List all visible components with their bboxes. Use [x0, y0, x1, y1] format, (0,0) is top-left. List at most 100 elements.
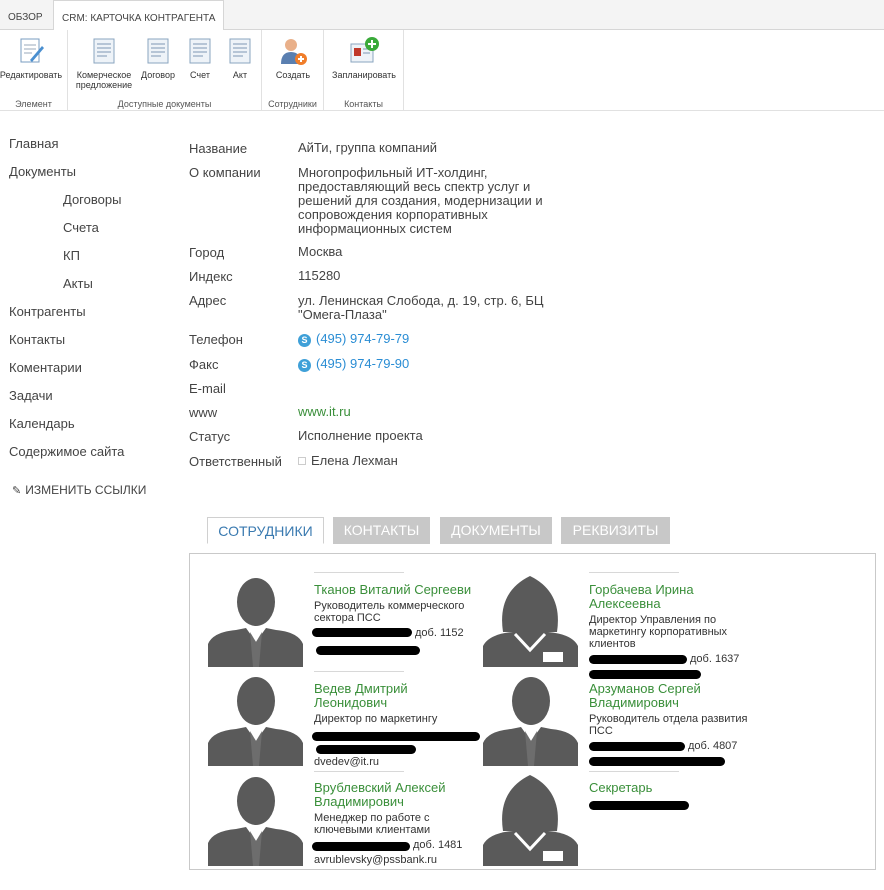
- label-name: Название: [189, 141, 248, 156]
- contract-button[interactable]: Договор: [138, 36, 178, 80]
- redacted-email: [589, 757, 725, 766]
- employee-extension: доб. 1481: [413, 839, 463, 851]
- nav-site-contents[interactable]: Содержимое сайта: [9, 444, 124, 459]
- employee-title: Менеджер по работе с ключевыми клиентами: [314, 812, 431, 836]
- value-www[interactable]: www.it.ru: [298, 405, 351, 419]
- value-phone[interactable]: S (495) 974-79-79: [298, 332, 409, 347]
- act-button[interactable]: Акт: [222, 36, 258, 80]
- invoice-button[interactable]: Счет: [182, 36, 218, 80]
- label-email: E-mail: [189, 381, 226, 396]
- employee-title: Руководитель коммерческого сектора ПСС: [314, 600, 465, 624]
- value-address: ул. Ленинская Слобода, д. 19, стр. 6, БЦ…: [298, 293, 544, 322]
- group-label-contacts: Контакты: [344, 99, 383, 109]
- tab-contacts[interactable]: КОНТАКТЫ: [333, 517, 430, 544]
- nav-documents[interactable]: Документы: [9, 164, 76, 179]
- tab-documents[interactable]: ДОКУМЕНТЫ: [440, 517, 552, 544]
- male-avatar-icon: [208, 771, 303, 866]
- female-avatar-icon: [483, 771, 578, 866]
- group-label-element: Элемент: [15, 99, 52, 109]
- skype-icon: S: [298, 359, 311, 372]
- divider: [314, 671, 404, 672]
- ribbon: Редактировать Элемент Комерческое предло…: [0, 30, 884, 111]
- label-address: Адрес: [189, 293, 227, 308]
- employee-name[interactable]: Горбачева Ирина Алексеевна: [589, 583, 694, 611]
- male-avatar-icon: [208, 572, 303, 667]
- label-index: Индекс: [189, 269, 233, 284]
- nav-offers[interactable]: КП: [63, 248, 80, 263]
- employee-email[interactable]: avrublevsky@pssbank.ru: [314, 854, 437, 866]
- tab-overview[interactable]: ОБЗОР: [0, 0, 51, 31]
- redacted-email: [316, 646, 420, 655]
- group-element: Редактировать Элемент: [0, 30, 68, 111]
- group-staff: Создать Сотрудники: [262, 30, 324, 111]
- label-fax: Факс: [189, 357, 219, 372]
- nav-comments[interactable]: Коментарии: [9, 360, 82, 375]
- value-about: Многопрофильный ИТ-холдинг, предоставляющ…: [298, 165, 543, 236]
- add-user-icon: [281, 39, 307, 65]
- edit-links-button[interactable]: ✎ ИЗМЕНИТЬ ССЫЛКИ: [12, 483, 146, 497]
- edit-button[interactable]: Редактировать: [0, 36, 66, 80]
- redacted-phone: [589, 742, 685, 751]
- female-avatar-icon: [483, 572, 578, 667]
- tab-employees[interactable]: СОТРУДНИКИ: [207, 517, 324, 544]
- nav-invoices[interactable]: Счета: [63, 220, 99, 235]
- value-fax[interactable]: S (495) 974-79-90: [298, 357, 409, 372]
- schedule-contact-icon: [350, 37, 379, 63]
- divider: [314, 771, 404, 772]
- employee-title: Директор по маркетингу: [314, 713, 438, 725]
- nav-calendar[interactable]: Календарь: [9, 416, 75, 431]
- employee-name[interactable]: Тканов Виталий Сергееви: [314, 583, 471, 597]
- divider: [589, 572, 679, 573]
- value-city: Москва: [298, 244, 343, 259]
- tab-requisites[interactable]: РЕКВИЗИТЫ: [561, 517, 670, 544]
- value-index: 115280: [298, 268, 341, 283]
- employee-extension: доб. 1637: [690, 653, 740, 665]
- group-documents: Комерческое предложение Договор Счет Акт…: [68, 30, 262, 111]
- male-avatar-icon: [208, 671, 303, 766]
- redacted-phone: [316, 745, 416, 754]
- schedule-button[interactable]: Запланировать: [328, 36, 400, 80]
- nav-home[interactable]: Главная: [9, 136, 58, 151]
- document-icon: [147, 38, 169, 64]
- document-icon: [93, 38, 115, 64]
- employee-name[interactable]: Ведев Дмитрий Леонидович: [314, 682, 408, 710]
- label-responsible: Ответственный: [189, 454, 282, 469]
- redacted-phone: [312, 842, 410, 851]
- nav-tasks[interactable]: Задачи: [9, 388, 53, 403]
- tab-crm-card[interactable]: CRM: КАРТОЧКА КОНТРАГЕНТА: [53, 0, 225, 31]
- label-status: Статус: [189, 429, 231, 444]
- group-label-staff: Сотрудники: [268, 99, 317, 109]
- pencil-icon: ✎: [12, 485, 22, 497]
- divider: [314, 572, 404, 573]
- nav-contacts[interactable]: Контакты: [9, 332, 65, 347]
- nav-contracts[interactable]: Договоры: [63, 192, 121, 207]
- redacted-phone: [312, 628, 412, 637]
- employee-title: Руководитель отдела развития ПСС: [589, 713, 748, 737]
- employee-extension: доб. 4807: [688, 740, 738, 752]
- employee-name[interactable]: Врублевский Алексей Владимирович: [314, 781, 445, 809]
- create-employee-button[interactable]: Создать: [270, 36, 316, 80]
- skype-icon: S: [298, 334, 311, 347]
- commercial-offer-button[interactable]: Комерческое предложение: [72, 36, 136, 90]
- label-city: Город: [189, 245, 225, 260]
- ribbon-tabbar: ОБЗОР CRM: КАРТОЧКА КОНТРАГЕНТА: [0, 0, 884, 31]
- document-icon: [189, 38, 211, 64]
- edit-document-icon: [20, 38, 44, 63]
- presence-icon: [298, 457, 306, 465]
- group-contacts: Запланировать Контакты: [324, 30, 404, 111]
- divider: [589, 771, 679, 772]
- nav-acts[interactable]: Акты: [63, 276, 93, 291]
- value-status: Исполнение проекта: [298, 428, 423, 443]
- document-icon: [229, 38, 251, 64]
- value-name: АйТи, группа компаний: [298, 140, 438, 155]
- label-www: www: [189, 405, 218, 420]
- value-responsible[interactable]: Елена Лехман: [298, 454, 398, 468]
- redacted-email: [589, 670, 701, 679]
- employee-extension: доб. 1152: [415, 627, 464, 639]
- employee-email[interactable]: dvedev@it.ru: [314, 756, 379, 768]
- employee-name[interactable]: Арзуманов Сергей Владимирович: [589, 682, 701, 710]
- redacted-phone: [589, 655, 687, 664]
- employee-title: Директор Управления по маркетингу корпора…: [589, 614, 728, 650]
- nav-counterparties[interactable]: Контрагенты: [9, 304, 86, 319]
- employee-name[interactable]: Секретарь: [589, 781, 652, 795]
